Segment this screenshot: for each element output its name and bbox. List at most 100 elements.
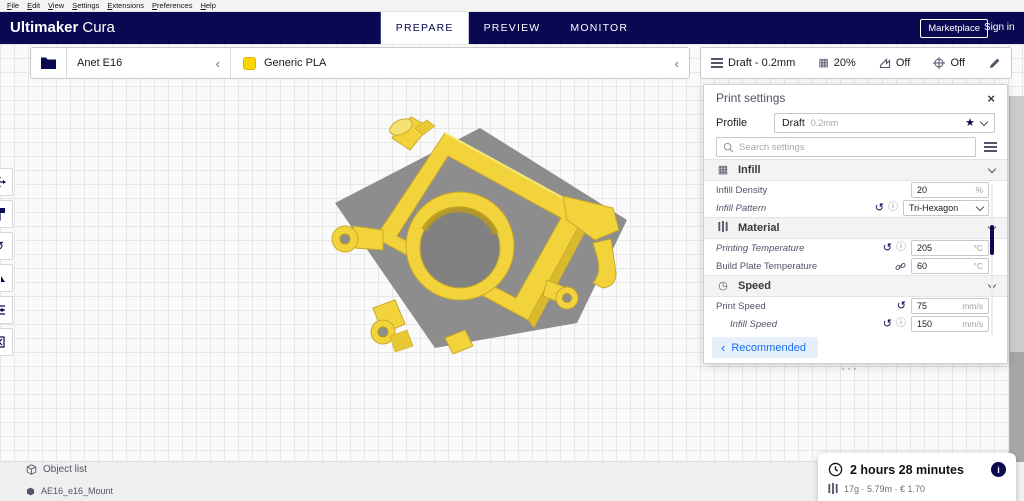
setting-unit: %: [975, 185, 983, 195]
per-model-settings-icon: [0, 305, 5, 315]
info-icon[interactable]: ⓘ: [896, 319, 906, 329]
print-time-estimate: 2 hours 28 minutes: [850, 462, 964, 477]
section-material[interactable]: Material: [704, 217, 1007, 239]
collapse-chevron-icon: ‹: [215, 55, 220, 71]
tab-prepare[interactable]: PREPARE: [380, 12, 469, 44]
setting-row-infill-speed: Infill Speed ↺ ⓘ 150 mm/s: [704, 315, 1007, 333]
tab-preview[interactable]: PREVIEW: [469, 12, 556, 44]
mirror-icon: [1, 276, 5, 282]
infill-speed-field[interactable]: 150 mm/s: [911, 316, 989, 332]
menu-view[interactable]: View: [44, 1, 68, 10]
model-3d[interactable]: [295, 108, 635, 368]
profile-dropdown[interactable]: Draft 0.2mm ★: [774, 113, 995, 133]
object-item-name: AE16_e16_Mount: [41, 486, 114, 496]
cube-icon: [26, 463, 37, 475]
section-title: Infill: [738, 164, 761, 176]
menu-settings[interactable]: Settings: [68, 1, 103, 10]
scrollbar-thumb[interactable]: [990, 225, 994, 255]
revert-icon[interactable]: ↺: [897, 300, 906, 312]
section-infill[interactable]: ▦ Infill: [704, 159, 1007, 181]
scale-icon: [0, 208, 5, 221]
menu-preferences[interactable]: Preferences: [148, 1, 196, 10]
support-blocker-button[interactable]: [0, 328, 13, 356]
setting-value: Tri-Hexagon: [909, 203, 959, 213]
move-tool-button[interactable]: [0, 168, 13, 196]
close-icon[interactable]: ×: [987, 92, 995, 105]
material-selector[interactable]: Generic PLA ‹: [231, 48, 689, 78]
printer-selector[interactable]: Anet E16 ‹: [67, 48, 231, 78]
menu-help[interactable]: Help: [196, 1, 219, 10]
setting-row-build-plate-temperature: Build Plate Temperature 60 °C: [704, 257, 1007, 275]
app-logo: Ultimaker Cura: [10, 19, 115, 36]
material-color-icon: [243, 56, 256, 70]
build-plate-temperature-field[interactable]: 60 °C: [911, 258, 989, 274]
support-summary-text: Off: [895, 57, 911, 69]
object-list: Object list AE16_e16_Mount: [26, 460, 113, 500]
panel-title: Print settings: [716, 91, 786, 105]
chevron-left-icon: ‹: [721, 340, 726, 355]
marketplace-button[interactable]: Marketplace: [920, 19, 988, 38]
revert-icon[interactable]: ↺: [883, 318, 892, 330]
tab-monitor[interactable]: MONITOR: [555, 12, 643, 44]
menu-file[interactable]: File: [3, 1, 23, 10]
build-plate-right-edge: [1009, 96, 1024, 462]
section-speed[interactable]: ◷ Speed: [704, 275, 1007, 297]
setting-label: Printing Temperature: [716, 242, 805, 254]
rotate-icon: ↺: [0, 239, 4, 253]
profile-row: Profile Draft 0.2mm ★: [704, 111, 1007, 135]
setting-row-print-speed: Print Speed ↺ 75 mm/s: [704, 297, 1007, 315]
info-icon[interactable]: i: [991, 462, 1006, 477]
search-input[interactable]: [739, 141, 969, 153]
per-model-settings-button[interactable]: [0, 296, 13, 324]
open-file-button[interactable]: [31, 48, 67, 78]
printing-temperature-field[interactable]: 205 °C: [911, 240, 989, 256]
object-list-label: Object list: [43, 463, 87, 475]
info-icon[interactable]: ⓘ: [896, 243, 906, 253]
setting-label: Print Speed: [716, 300, 766, 312]
info-icon[interactable]: ⓘ: [888, 203, 898, 213]
search-box: [716, 137, 976, 157]
setting-label: Infill Density: [716, 184, 768, 196]
setting-value: 205: [917, 243, 933, 253]
object-list-item[interactable]: AE16_e16_Mount: [26, 482, 113, 500]
setting-unit: °C: [973, 243, 983, 253]
menu-extensions[interactable]: Extensions: [103, 1, 148, 10]
support-blocker-icon: [0, 336, 5, 348]
setting-value: 75: [917, 301, 928, 311]
object-list-toggle[interactable]: Object list: [26, 460, 113, 478]
sign-in-button[interactable]: Sign in: [984, 22, 1024, 33]
infill-summary-text: 20%: [833, 57, 856, 69]
collapse-chevron-icon: ‹: [674, 55, 679, 71]
setting-unit: mm/s: [962, 319, 983, 329]
infill-density-field[interactable]: 20 %: [911, 182, 989, 198]
panel-resize-handle[interactable]: ···: [841, 361, 859, 375]
edit-pencil-icon[interactable]: [988, 57, 1001, 70]
move-icon: [0, 176, 6, 188]
chevron-down-icon: [987, 164, 997, 173]
favorite-star-icon[interactable]: ★: [965, 117, 975, 129]
material-name: Generic PLA: [264, 57, 327, 69]
infill-pattern-select[interactable]: Tri-Hexagon: [903, 200, 989, 216]
configuration-bar: Anet E16 ‹ Generic PLA ‹: [30, 47, 690, 79]
menu-edit[interactable]: Edit: [23, 1, 44, 10]
search-row: [704, 135, 1007, 159]
setting-label: Infill Pattern: [716, 202, 767, 214]
rotate-tool-button[interactable]: ↺: [0, 232, 13, 260]
section-title: Material: [738, 222, 780, 234]
link-icon[interactable]: [895, 261, 906, 272]
scale-tool-button[interactable]: [0, 200, 13, 228]
print-setup-selector[interactable]: Draft - 0.2mm ▦ 20% Off Off: [700, 47, 1012, 79]
clock-icon: [828, 462, 843, 477]
mirror-tool-button[interactable]: [0, 264, 13, 292]
revert-icon[interactable]: ↺: [875, 202, 884, 214]
chevron-down-icon: [979, 117, 989, 126]
profile-summary-text: Draft - 0.2mm: [728, 57, 796, 69]
setting-value: 20: [917, 185, 928, 195]
recommended-button[interactable]: ‹ Recommended: [712, 337, 818, 358]
setting-unit: °C: [973, 261, 983, 271]
revert-icon[interactable]: ↺: [883, 242, 892, 254]
settings-visibility-menu-icon[interactable]: [984, 142, 997, 152]
infill-summary: ▦ 20%: [818, 57, 855, 69]
app-header: Ultimaker Cura PREPARE PREVIEW MONITOR Ma…: [0, 12, 1024, 44]
print-speed-field[interactable]: 75 mm/s: [911, 298, 989, 314]
